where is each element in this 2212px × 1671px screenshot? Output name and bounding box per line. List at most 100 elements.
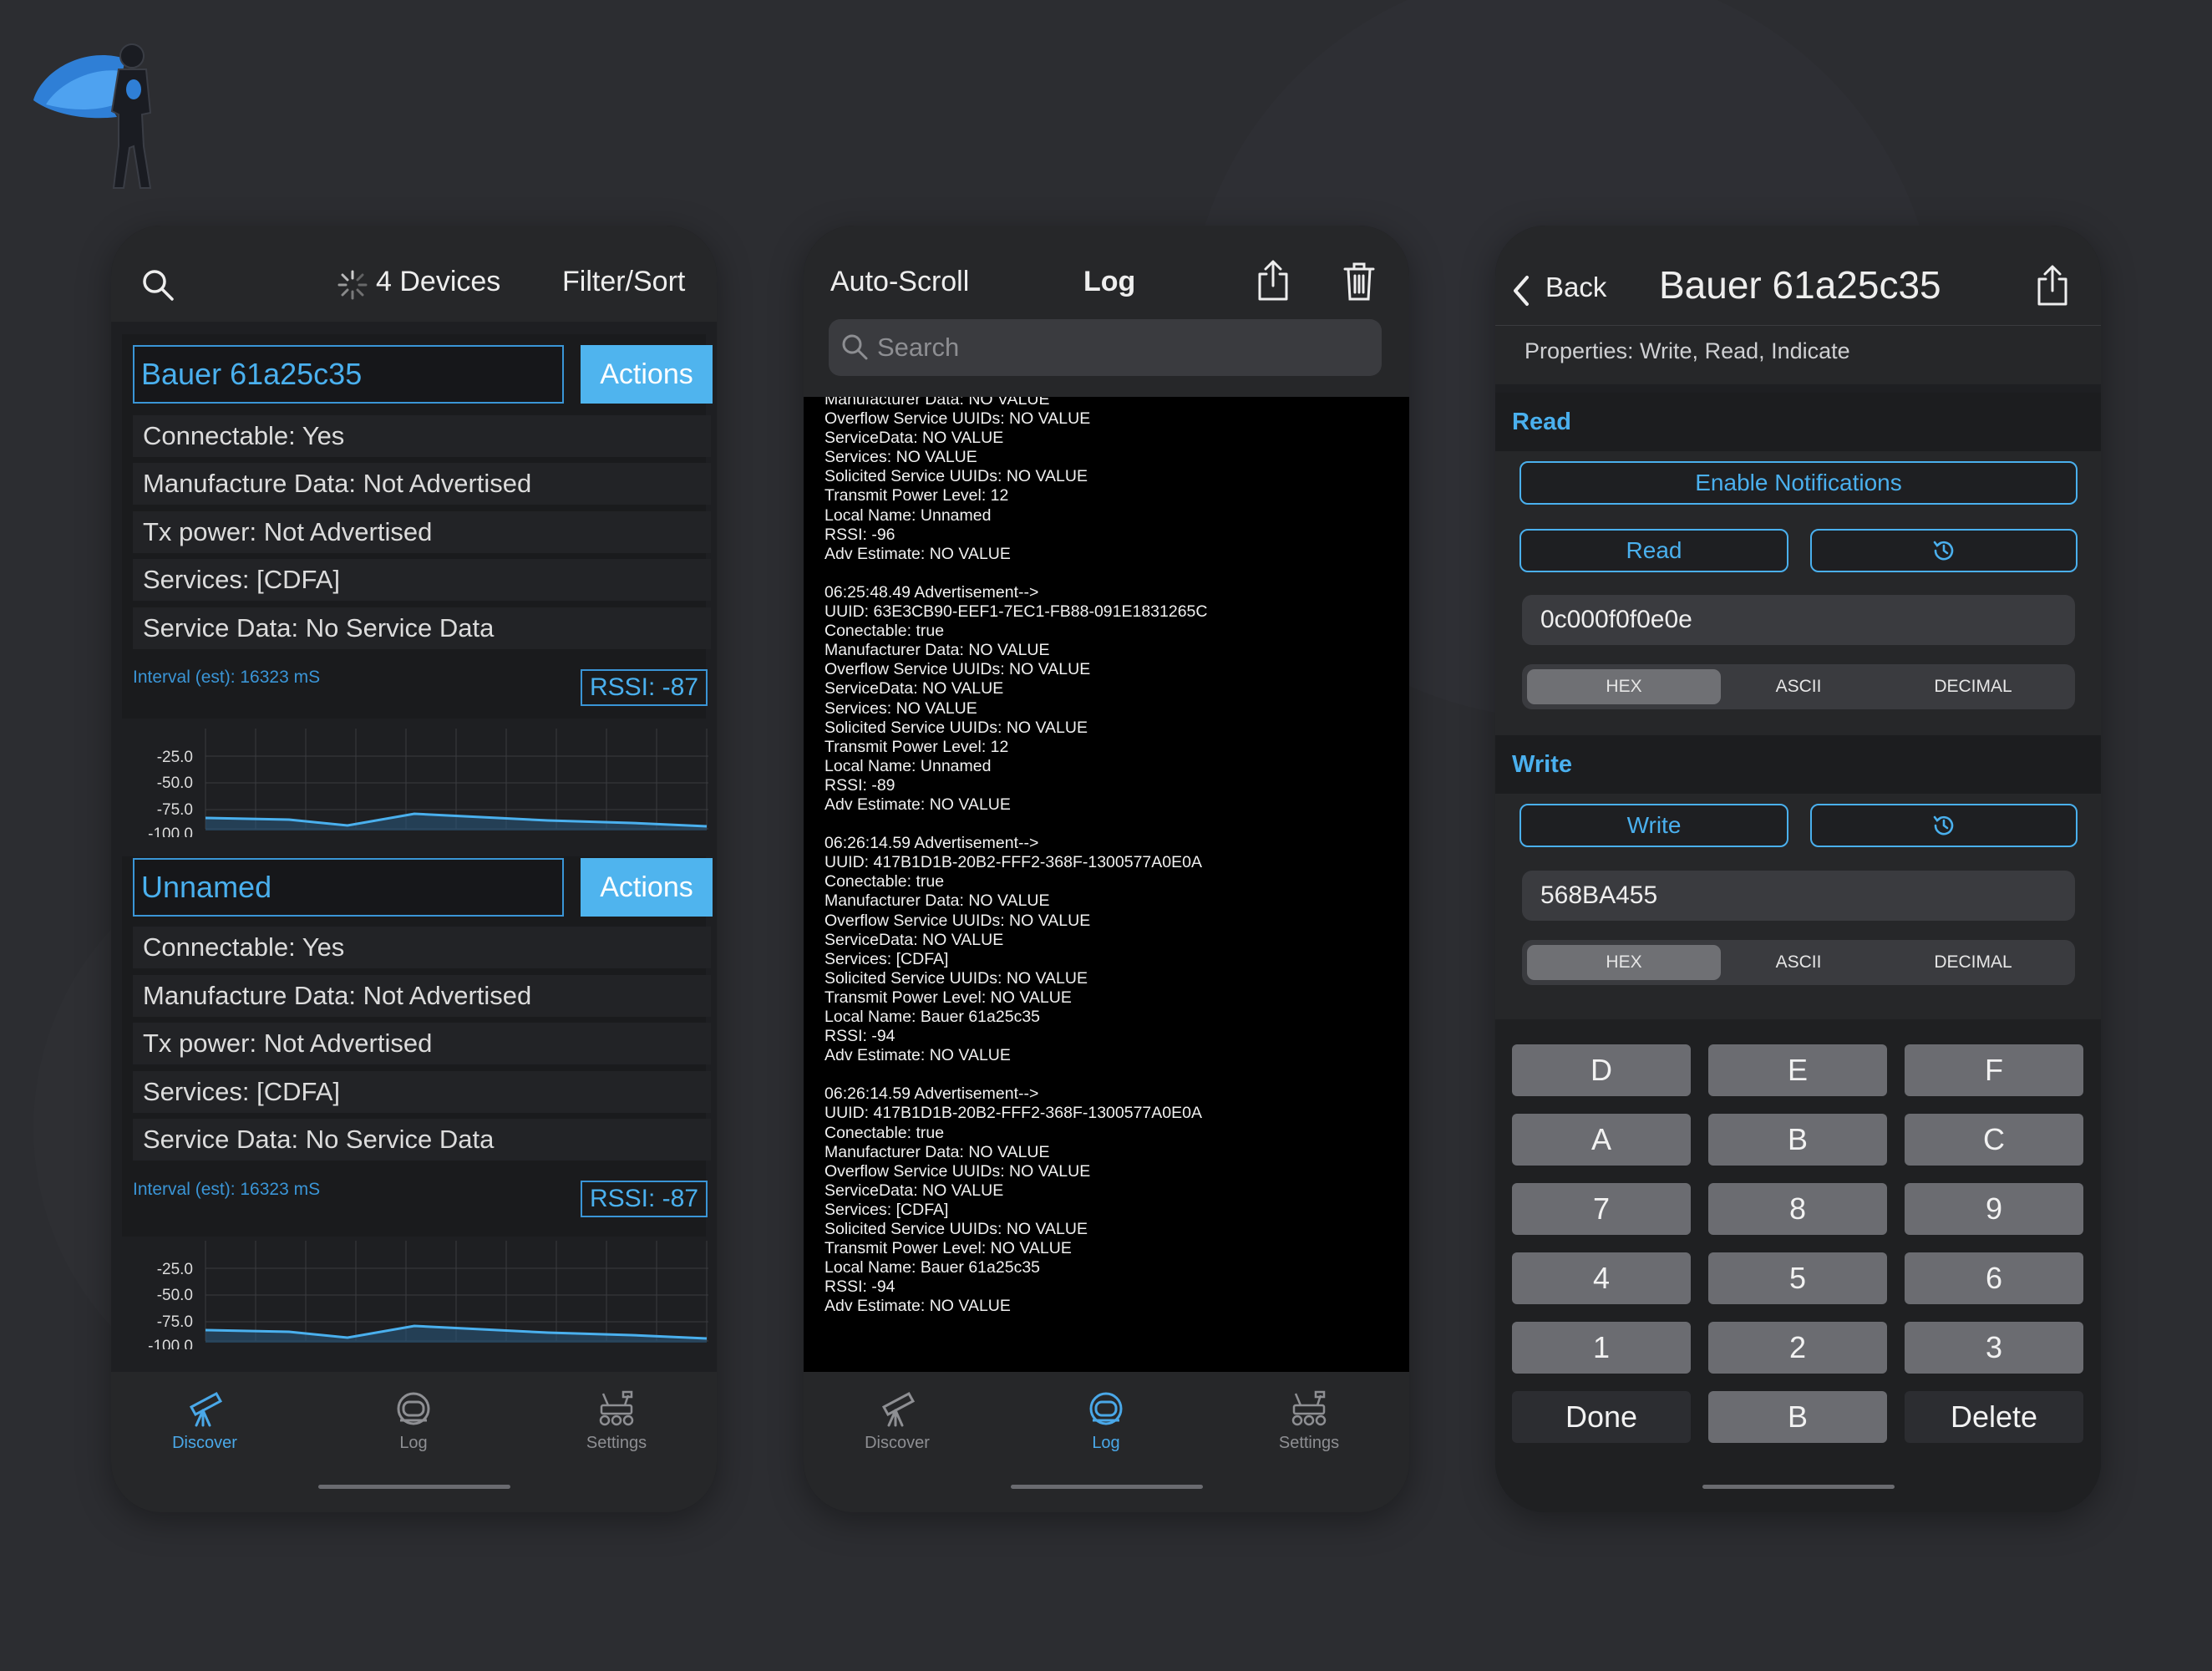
info-row-services: Services: [CDFA] — [133, 559, 711, 601]
astronaut-helmet-icon — [1089, 1392, 1123, 1425]
tab-discover[interactable]: Discover — [146, 1389, 263, 1453]
interval-label: Interval (est): 16323 mS — [133, 668, 321, 687]
read-value-field[interactable]: 0c000f0f0e0e — [1522, 595, 2075, 645]
key-6[interactable]: 6 — [1905, 1252, 2083, 1304]
history-icon — [1933, 541, 1954, 561]
read-button[interactable]: Read — [1519, 529, 1788, 572]
hex-keypad: D E F A B C 7 8 9 4 5 6 1 2 3 Done B Del… — [1495, 1019, 2101, 1512]
y-tick-label: -50.0 — [157, 1287, 193, 1304]
tab-log[interactable]: Log — [355, 1389, 472, 1453]
format-option-decimal[interactable]: DECIMAL — [1876, 669, 2070, 704]
key-4[interactable]: 4 — [1512, 1252, 1691, 1304]
back-button[interactable]: Back — [1545, 272, 1606, 303]
log-line: Local Name: Bauer 61a25c35 — [824, 1008, 1041, 1026]
format-option-ascii[interactable]: ASCII — [1702, 945, 1895, 980]
discover-nav-bar: 4 Devices Filter/Sort — [111, 226, 717, 322]
info-row-services: Services: [CDFA] — [133, 1071, 711, 1113]
home-indicator — [1702, 1485, 1895, 1489]
interval-label: Interval (est): 16323 mS — [133, 1180, 321, 1199]
log-line: ServiceData: NO VALUE — [824, 930, 1004, 949]
format-option-hex[interactable]: HEX — [1527, 669, 1721, 704]
enable-notifications-button[interactable]: Enable Notifications — [1519, 461, 2078, 505]
write-section: Write 568BA455 HEX ASCII DECIMAL — [1495, 794, 2101, 1019]
search-icon[interactable] — [140, 267, 175, 302]
rover-icon — [599, 1390, 634, 1426]
log-line: Conectable: true — [824, 872, 945, 891]
format-option-decimal[interactable]: DECIMAL — [1876, 945, 2070, 980]
log-line: Manufacturer Data: NO VALUE — [824, 641, 1050, 660]
key-b[interactable]: B — [1708, 1114, 1887, 1166]
tab-label: Log — [399, 1434, 428, 1452]
key-7[interactable]: 7 — [1512, 1183, 1691, 1235]
key-5[interactable]: 5 — [1708, 1252, 1887, 1304]
key-3[interactable]: 3 — [1905, 1322, 2083, 1374]
search-placeholder: Search — [877, 333, 960, 362]
filter-sort-button[interactable]: Filter/Sort — [562, 266, 685, 298]
write-button[interactable]: Write — [1519, 804, 1788, 847]
rssi-badge: RSSI: -87 — [581, 1181, 708, 1217]
tab-discover[interactable]: Discover — [839, 1389, 956, 1453]
key-c[interactable]: C — [1905, 1114, 2083, 1166]
activity-spinner-icon — [337, 270, 368, 300]
key-8[interactable]: 8 — [1708, 1183, 1887, 1235]
info-row-manufacture-data: Manufacture Data: Not Advertised — [133, 463, 711, 505]
auto-scroll-button[interactable]: Auto-Scroll — [830, 266, 969, 298]
info-row-service-data: Service Data: No Service Data — [133, 1119, 711, 1161]
key-e[interactable]: E — [1708, 1044, 1887, 1096]
share-icon[interactable] — [2034, 264, 2071, 307]
tab-log[interactable]: Log — [1048, 1389, 1164, 1453]
tab-bar: Discover Log Settings — [111, 1372, 717, 1512]
y-tick-label: -75.0 — [157, 1313, 193, 1331]
log-output[interactable]: Manufacturer Data: NO VALUE Overflow Serv… — [804, 397, 1409, 1374]
home-indicator — [1010, 1485, 1203, 1489]
key-f[interactable]: F — [1905, 1044, 2083, 1096]
read-history-button[interactable] — [1810, 529, 2078, 572]
log-line: Overflow Service UUIDs: NO VALUE — [824, 911, 1091, 930]
log-lines: Manufacturer Data: NO VALUE Overflow Serv… — [824, 397, 1409, 1317]
search-input[interactable]: Search — [829, 319, 1382, 376]
delete-key[interactable]: Delete — [1905, 1391, 2083, 1443]
share-icon[interactable] — [1255, 259, 1291, 302]
write-value-field[interactable]: 568BA455 — [1522, 871, 2075, 921]
device-card: Unnamed Actions Connectable: Yes Manufac… — [122, 856, 713, 1349]
log-line: Services: NO VALUE — [824, 448, 977, 467]
log-line: Manufacturer Data: NO VALUE — [824, 397, 1050, 409]
info-row-connectable: Connectable: Yes — [133, 927, 711, 968]
tab-settings[interactable]: Settings — [1251, 1389, 1367, 1453]
actions-button[interactable]: Actions — [581, 858, 713, 917]
write-history-button[interactable] — [1810, 804, 2078, 847]
log-line: ServiceData: NO VALUE — [824, 679, 1004, 698]
device-name[interactable]: Unnamed — [133, 858, 564, 917]
characteristic-nav-bar: Back Bauer 61a25c35 — [1495, 226, 2101, 326]
done-key[interactable]: Done — [1512, 1391, 1691, 1443]
key-9[interactable]: 9 — [1905, 1183, 2083, 1235]
log-line: UUID: 417B1D1B-20B2-FFF2-368F-1300577A0E… — [824, 1104, 1202, 1123]
y-tick-label: -25.0 — [157, 1261, 193, 1278]
log-line: Transmit Power Level: NO VALUE — [824, 988, 1072, 1007]
tab-settings[interactable]: Settings — [558, 1389, 675, 1453]
log-line: ServiceData: NO VALUE — [824, 429, 1004, 448]
format-option-hex[interactable]: HEX — [1527, 945, 1721, 980]
device-name[interactable]: Bauer 61a25c35 — [133, 345, 564, 404]
info-row-tx-power: Tx power: Not Advertised — [133, 511, 711, 553]
log-line: Transmit Power Level: 12 — [824, 486, 1009, 505]
key-2[interactable]: 2 — [1708, 1322, 1887, 1374]
trash-icon[interactable] — [1342, 261, 1376, 302]
log-line: RSSI: -96 — [824, 525, 895, 544]
home-indicator — [317, 1485, 510, 1489]
key-a[interactable]: A — [1512, 1114, 1691, 1166]
device-card: Bauer 61a25c35 Actions Connectable: Yes … — [122, 334, 713, 837]
key-d[interactable]: D — [1512, 1044, 1691, 1096]
format-option-ascii[interactable]: ASCII — [1702, 669, 1895, 704]
actions-button[interactable]: Actions — [581, 345, 713, 404]
log-line: Local Name: Unnamed — [824, 756, 992, 775]
key-1[interactable]: 1 — [1512, 1322, 1691, 1374]
chevron-left-icon[interactable] — [1510, 274, 1532, 307]
key-b[interactable]: B — [1708, 1391, 1887, 1443]
log-line: Overflow Service UUIDs: NO VALUE — [824, 409, 1091, 429]
log-line: UUID: 417B1D1B-20B2-FFF2-368F-1300577A0E… — [824, 853, 1202, 872]
tab-label: Discover — [172, 1434, 237, 1452]
hero-logo — [33, 43, 152, 189]
info-row-connectable: Connectable: Yes — [133, 415, 711, 457]
